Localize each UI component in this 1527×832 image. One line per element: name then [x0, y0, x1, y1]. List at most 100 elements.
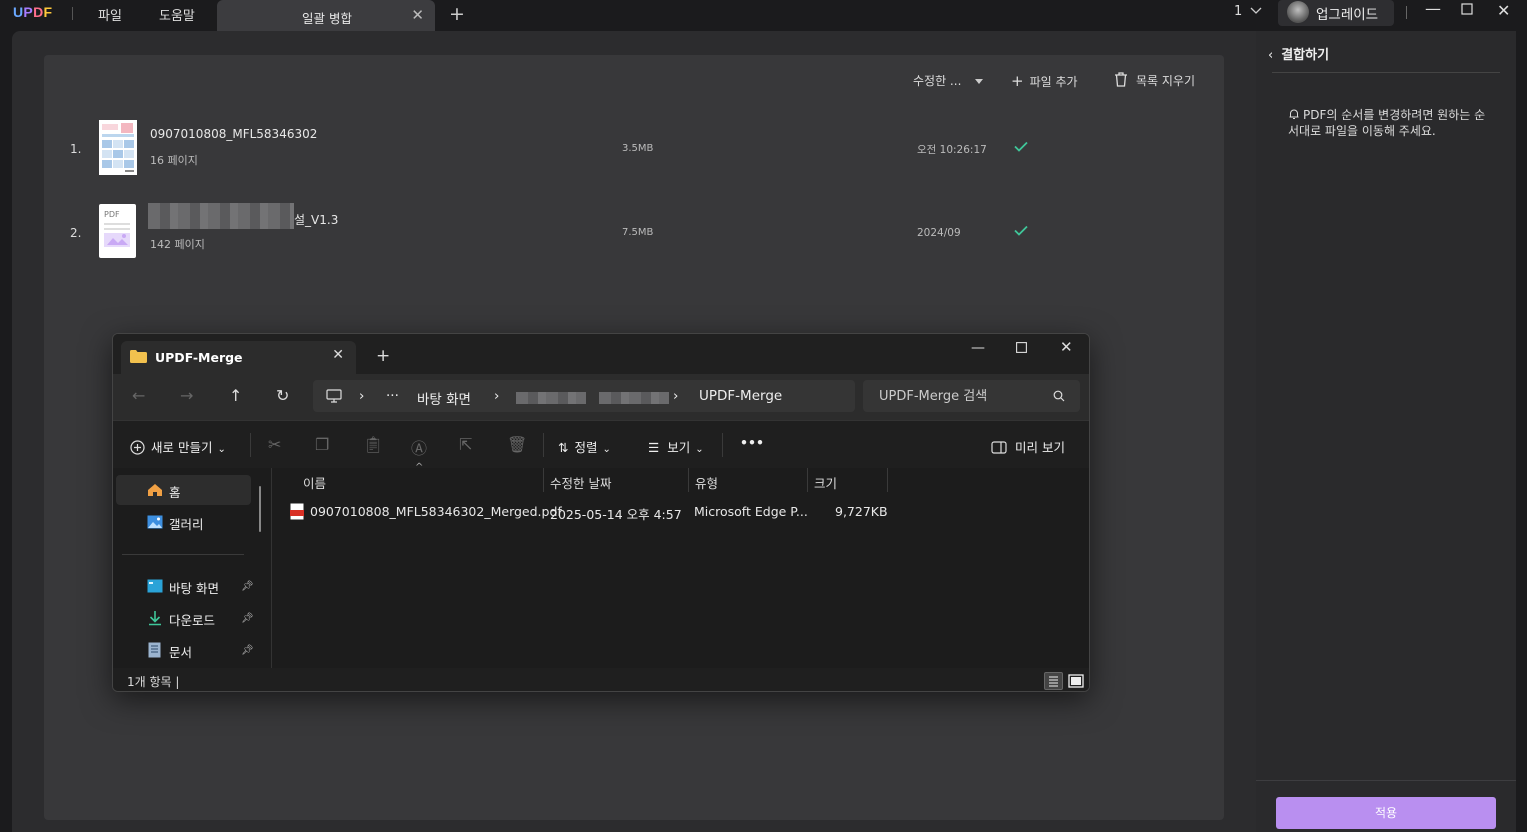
nav-item-desktop[interactable]: 바탕 화면 📌︎: [116, 571, 254, 601]
tab-batch-merge[interactable]: 일괄 병합 ✕: [217, 0, 435, 31]
new-tab-plus-icon[interactable]: +: [449, 3, 465, 25]
title-bar: UPDF 파일 도움말 일괄 병합 ✕ + 1 업그레이드 — ✕: [0, 0, 1527, 31]
sidebar-header: ‹ 결합하기: [1268, 44, 1329, 63]
explorer-command-bar: 새로 만들기 ⌄ ✂ ❐ 📋︎ Ⓐ ⇱ 🗑︎ ⇅ 정렬 ⌄ ☰ 보기 ⌄ ••• 미리 보…: [113, 420, 1089, 468]
breadcrumb-chevron-icon: ›: [359, 388, 365, 404]
window-close-icon[interactable]: ✕: [1497, 1, 1510, 20]
logo-f: F: [43, 4, 53, 20]
nav-scrollbar[interactable]: [259, 486, 261, 532]
nav-item-documents[interactable]: 문서 📌︎: [116, 635, 254, 665]
nav-home-label: 홈: [169, 485, 181, 500]
breadcrumb-ellipsis[interactable]: ···: [386, 388, 399, 404]
preview-button[interactable]: 미리 보기: [991, 437, 1065, 456]
column-divider[interactable]: [543, 468, 544, 492]
column-header-type[interactable]: 유형: [695, 473, 718, 492]
redacted-filename: [148, 216, 294, 229]
column-header-name[interactable]: 이름: [303, 473, 326, 492]
nav-documents-label: 문서: [169, 645, 193, 660]
sort-button[interactable]: ⇅ 정렬 ⌄: [558, 437, 611, 456]
back-chevron-icon[interactable]: ‹: [1268, 48, 1273, 63]
copy-icon[interactable]: ❐: [315, 435, 329, 454]
share-icon[interactable]: ⇱: [459, 435, 472, 454]
trash-icon: [1115, 72, 1127, 87]
nav-downloads-label: 다운로드: [169, 613, 216, 628]
breadcrumb-current[interactable]: UPDF-Merge: [699, 388, 782, 404]
column-header-modified[interactable]: 수정한 날짜: [550, 473, 611, 492]
column-divider[interactable]: [807, 468, 808, 492]
menu-file[interactable]: 파일: [98, 5, 122, 24]
delete-icon[interactable]: 🗑︎: [507, 435, 527, 454]
forward-arrow-icon[interactable]: →: [180, 386, 193, 405]
cut-icon[interactable]: ✂: [268, 435, 281, 454]
pin-icon[interactable]: 📌︎: [241, 645, 254, 656]
back-arrow-icon[interactable]: ←: [132, 386, 145, 405]
close-tab-icon[interactable]: ✕: [411, 6, 424, 24]
clear-list-button[interactable]: 목록 지우기: [1114, 72, 1195, 89]
details-view-icon[interactable]: [1044, 672, 1063, 690]
sidebar-info-text: PDF의 순서를 변경하려면 원하는 순서대로 파일을 이동해 주세요.: [1288, 108, 1486, 138]
chevron-down-icon: [1250, 7, 1262, 14]
sidebar-title: 결합하기: [1281, 48, 1330, 63]
caret-down-icon: [975, 79, 984, 84]
nav-desktop-label: 바탕 화면: [169, 581, 219, 596]
nav-item-gallery[interactable]: 갤러리: [116, 507, 251, 537]
pdf-icon: [290, 503, 304, 520]
maximize-icon[interactable]: [1461, 1, 1474, 20]
download-icon: [149, 611, 161, 626]
sidebar-divider: [1272, 72, 1500, 73]
file-row[interactable]: 1. 0907010808_MFL58346302 16 페이지 3.5MB 오…: [44, 108, 1224, 188]
close-tab-icon[interactable]: ✕: [332, 347, 344, 363]
menu-help[interactable]: 도움말: [159, 5, 195, 24]
new-tab-plus-icon[interactable]: +: [376, 346, 390, 366]
title-divider-2: [1406, 6, 1407, 19]
file-index: 1.: [70, 142, 82, 156]
maximize-icon[interactable]: [1016, 342, 1027, 353]
row-size: 9,727KB: [835, 504, 888, 519]
nav-item-home[interactable]: 홈: [116, 475, 251, 505]
redacted-filename: [148, 203, 294, 216]
plus-circle-icon: [130, 440, 145, 455]
column-divider[interactable]: [887, 468, 888, 492]
row-modified: 2025-05-14 오후 4:57: [550, 507, 682, 522]
search-box[interactable]: [863, 380, 1080, 412]
add-file-button[interactable]: + 파일 추가: [1011, 72, 1078, 90]
explorer-tab-title: UPDF-Merge: [155, 350, 243, 365]
file-row[interactable]: 2. PDF 설_V1.3 142 페이지 7.5MB 2024/09: [44, 192, 1224, 272]
view-button[interactable]: ☰ 보기 ⌄: [648, 437, 704, 456]
nav-item-downloads[interactable]: 다운로드 📌︎: [116, 603, 254, 633]
up-arrow-icon[interactable]: ↑: [229, 386, 242, 405]
pin-icon[interactable]: 📌︎: [241, 581, 254, 592]
document-icon: [148, 642, 161, 658]
minimize-icon[interactable]: —: [971, 340, 985, 356]
redacted-breadcrumb: [516, 392, 586, 404]
pane-divider[interactable]: [271, 468, 272, 668]
file-explorer-window: UPDF-Merge ✕ + — ✕ ← → ↑ ↻ › ··· 바탕 화면 ›…: [112, 333, 1090, 692]
file-name: 설_V1.3: [294, 213, 339, 227]
column-header-size[interactable]: 크기: [814, 473, 837, 492]
explorer-tab[interactable]: UPDF-Merge ✕: [121, 341, 356, 374]
page-selector[interactable]: 1: [1234, 4, 1262, 19]
breadcrumb-desktop[interactable]: 바탕 화면: [417, 388, 471, 408]
more-options-icon[interactable]: •••: [740, 435, 764, 450]
explorer-body: 홈 갤러리 바탕 화면 📌︎ 다운로드 📌︎ 문서 📌︎ ^ 이름 수정한 날짜…: [113, 462, 1089, 668]
new-button[interactable]: 새로 만들기 ⌄: [130, 437, 226, 456]
minimize-icon[interactable]: —: [1425, 0, 1441, 18]
paste-icon[interactable]: 📋︎: [363, 435, 383, 454]
apply-button[interactable]: 적용: [1276, 797, 1496, 829]
tiles-view-icon[interactable]: [1067, 672, 1085, 690]
merge-sidebar: [1256, 31, 1516, 832]
rename-icon[interactable]: Ⓐ: [411, 435, 427, 459]
refresh-icon[interactable]: ↻: [276, 386, 289, 405]
search-input[interactable]: [863, 380, 1048, 412]
pin-icon[interactable]: 📌︎: [241, 613, 254, 624]
sort-arrows-icon: ⇅: [558, 440, 569, 455]
window-close-icon[interactable]: ✕: [1060, 338, 1073, 356]
sort-dropdown[interactable]: 수정한 ...: [913, 72, 984, 89]
page-selector-value: 1: [1234, 4, 1243, 19]
address-bar[interactable]: › ··· 바탕 화면 › › UPDF-Merge: [313, 380, 855, 412]
logo-u: U: [13, 4, 24, 20]
column-divider[interactable]: [688, 468, 689, 492]
item-count: 1개 항목 |: [127, 675, 180, 689]
add-file-label: 파일 추가: [1029, 75, 1078, 89]
upgrade-button[interactable]: 업그레이드: [1278, 0, 1394, 26]
